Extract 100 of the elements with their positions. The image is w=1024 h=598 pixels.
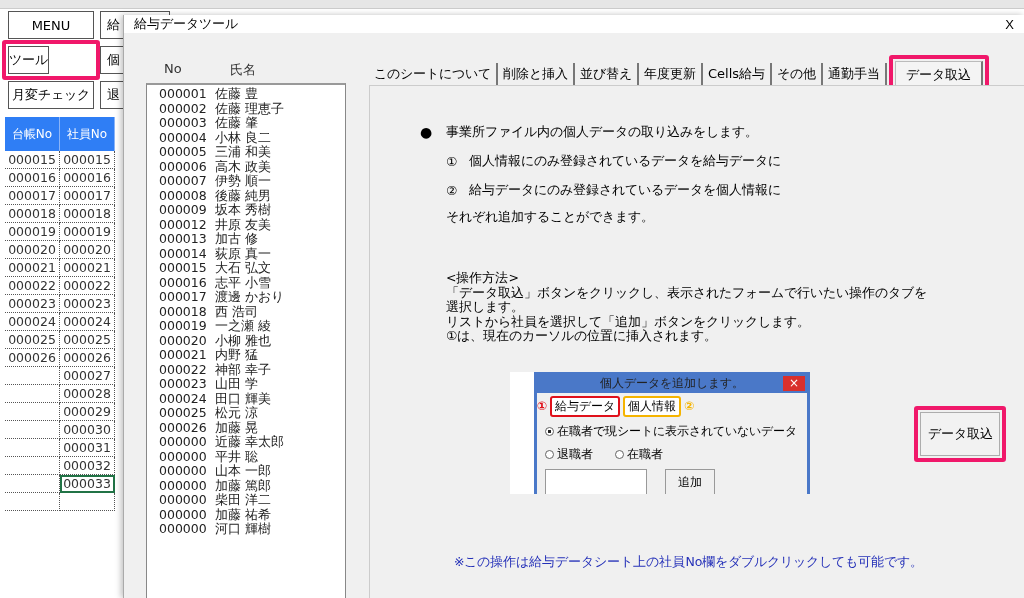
employee-name: 渡邊 かおり	[214, 290, 284, 305]
employee-number: 000024	[159, 391, 207, 406]
employee-list[interactable]	[146, 83, 346, 598]
table-cell: 000031	[59, 438, 115, 457]
table-cell: 000028	[59, 384, 115, 403]
section-heading: <操作方法>	[446, 271, 520, 286]
table-cell: 000026	[59, 348, 115, 367]
instruction-text: リストから社員を選択して「追加」ボタンをクリックします。	[446, 314, 811, 329]
option-label: 在職者	[627, 445, 663, 463]
employee-number: 000013	[159, 232, 207, 247]
table-cell: 000015	[5, 151, 60, 169]
employee-number: 000014	[159, 246, 207, 261]
employee-number: 000000	[159, 464, 207, 479]
column-header: 氏名	[230, 61, 256, 79]
sheet-button[interactable]: ツール	[8, 46, 49, 74]
table-cell: 000019	[5, 222, 60, 241]
table-cell: 000026	[5, 348, 60, 367]
table-cell: 000030	[59, 420, 115, 439]
employee-number: 000003	[159, 116, 207, 131]
number-marker: ②	[446, 182, 458, 198]
table-cell: 000020	[59, 240, 115, 259]
employee-name: 井原 友美	[214, 217, 271, 232]
window-title: 個人データを追加します。	[600, 375, 744, 392]
table-cell: 000016	[5, 168, 60, 187]
table-cell: 000033	[59, 474, 115, 493]
employee-name: 小林 良二	[214, 130, 271, 145]
employee-number: 000002	[159, 101, 207, 116]
employee-number: 000020	[159, 333, 207, 348]
table-cell: 000019	[59, 222, 115, 241]
employee-name: 加藤 祐希	[214, 507, 271, 522]
employee-name: 加古 修	[214, 232, 258, 247]
employee-number: 000000	[159, 478, 207, 493]
employee-name: 後藤 純男	[214, 188, 271, 203]
employee-number: 000008	[159, 188, 207, 203]
employee-number: 000000	[159, 435, 207, 450]
employee-name: 田口 輝美	[214, 391, 271, 406]
employee-number: 000007	[159, 174, 207, 189]
table-cell: 000021	[5, 258, 60, 277]
description-text: 個人情報にのみ登録されているデータを給与データに	[469, 152, 782, 170]
employee-name: 柴田 洋二	[214, 493, 271, 508]
sheet-button[interactable]: 月変チェック	[8, 81, 94, 109]
employee-name: 一之瀬 綾	[214, 319, 271, 334]
column-header: No	[163, 61, 183, 78]
description-text: 事業所ファイル内の個人データの取り込みをします。	[446, 123, 759, 141]
table-cell: 000016	[59, 168, 115, 187]
employee-number: 000016	[159, 275, 207, 290]
employee-name: 志平 小雪	[214, 275, 271, 290]
employee-name: 神部 幸子	[214, 362, 271, 377]
employee-number: 000012	[159, 217, 207, 232]
table-cell: 000029	[59, 402, 115, 421]
table-cell: 000024	[5, 312, 60, 331]
employee-number: 000019	[159, 319, 207, 334]
employee-name: 河口 輝樹	[214, 522, 271, 537]
description-text: それぞれ追加することができます。	[446, 209, 655, 226]
instruction-text: ①は、現在のカーソルの位置に挿入されます。	[446, 329, 719, 344]
employee-name: 荻原 真一	[214, 246, 271, 261]
table-cell: 000017	[59, 186, 115, 205]
employee-number: 000018	[159, 304, 207, 319]
table-cell: 000018	[59, 204, 115, 223]
option-label: 退職者	[557, 445, 593, 463]
employee-number: 000022	[159, 362, 207, 377]
add-button[interactable]: 追加	[665, 468, 715, 494]
table-cell: 000015	[59, 151, 115, 169]
employee-name: 大石 弘文	[214, 261, 271, 276]
table-cell: 000021	[59, 258, 115, 277]
instruction-text: 選択します。	[446, 300, 525, 315]
table-cell: 000027	[59, 366, 115, 385]
instruction-text: 「データ取込」ボタンをクリックし、表示されたフォームで行いたい操作のタブを	[446, 285, 928, 300]
employee-name: 高木 政美	[214, 159, 271, 174]
employee-name: 松元 涼	[214, 406, 258, 421]
close-button[interactable]: X	[1003, 16, 1016, 32]
employee-number: 000006	[159, 159, 207, 174]
table-cell: 000023	[59, 294, 115, 313]
table-cell: 000022	[5, 276, 60, 295]
employee-number: 000005	[159, 145, 207, 160]
employee-number: 000026	[159, 420, 207, 435]
import-button[interactable]: データ取込	[920, 411, 1000, 456]
employee-name: 平井 聡	[214, 449, 258, 464]
employee-number: 000000	[159, 449, 207, 464]
employee-number: 000004	[159, 130, 207, 145]
number-marker: ①	[446, 153, 458, 169]
note-text: ※この操作は給与データシート上の社員No欄をダブルクリックしても可能です。	[454, 553, 925, 571]
employee-number: 000009	[159, 203, 207, 218]
employee-name: 加藤 篤郎	[214, 478, 271, 493]
number-marker: ②	[684, 399, 695, 413]
number-marker: ①	[537, 399, 548, 413]
employee-name: 加藤 晃	[214, 420, 258, 435]
employee-number: 000000	[159, 522, 207, 537]
employee-number: 000023	[159, 377, 207, 392]
employee-name: 佐藤 理恵子	[214, 101, 284, 116]
table-cell: 000018	[5, 204, 60, 223]
bullet-icon: ●	[420, 124, 433, 140]
employee-name: 佐藤 豊	[214, 87, 258, 102]
table-cell: 000025	[5, 330, 60, 349]
tab[interactable]: データ取込	[895, 61, 984, 87]
column-header: 社員No	[59, 117, 115, 151]
sheet-button[interactable]: MENU	[8, 11, 94, 39]
description-text: 給与データにのみ登録されているデータを個人情報に	[469, 181, 782, 199]
column-header: 台帳No	[5, 117, 60, 151]
employee-name: 坂本 秀樹	[214, 203, 271, 218]
